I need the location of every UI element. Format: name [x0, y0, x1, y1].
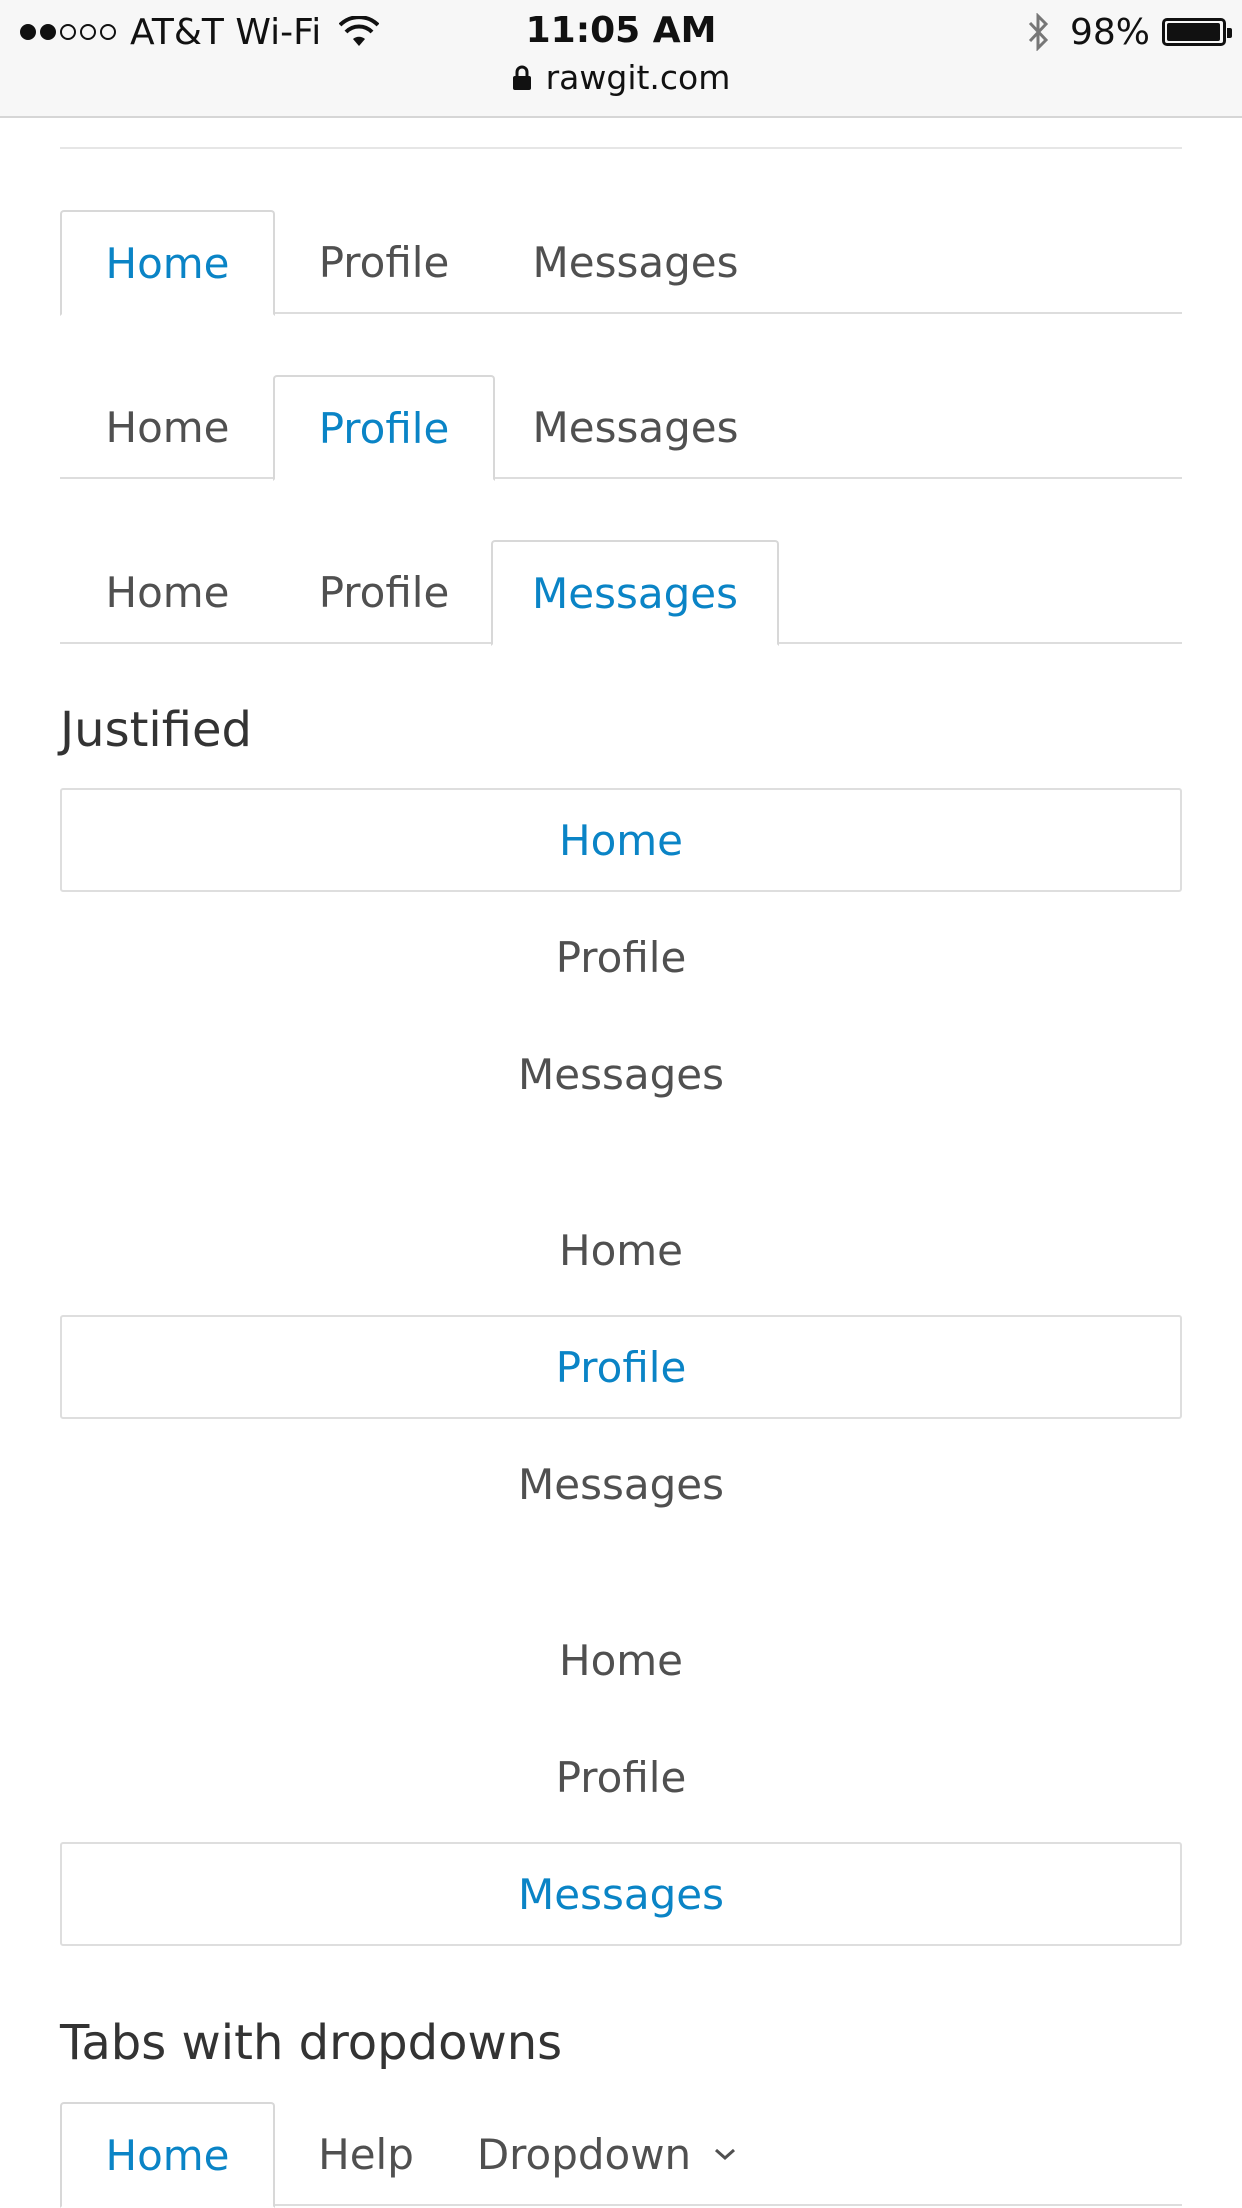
- lock-icon: [512, 65, 531, 90]
- justified-item-messages[interactable]: Messages: [60, 1842, 1182, 1946]
- tab-home[interactable]: Home: [60, 2102, 275, 2208]
- tab-group-1: Home Profile Messages: [60, 210, 1182, 316]
- tab-dropdown[interactable]: Dropdown: [457, 2102, 757, 2206]
- divider: [60, 147, 1182, 149]
- battery-percent: 98%: [1069, 11, 1150, 53]
- tab-home[interactable]: Home: [60, 375, 275, 479]
- justified-item-home[interactable]: Home: [60, 1608, 1182, 1712]
- dropdown-label: Dropdown: [476, 2129, 692, 2179]
- tab-profile[interactable]: Profile: [275, 210, 493, 314]
- tab-messages[interactable]: Messages: [491, 540, 779, 646]
- address-bar[interactable]: rawgit.com: [0, 58, 1242, 97]
- tab-group-2: Home Profile Messages: [60, 375, 1182, 481]
- url-text: rawgit.com: [545, 58, 731, 97]
- justified-item-profile[interactable]: Profile: [60, 1315, 1182, 1419]
- tab-help[interactable]: Help: [275, 2102, 457, 2206]
- chevron-down-icon: [715, 2148, 736, 2161]
- tab-messages[interactable]: Messages: [493, 210, 778, 314]
- justified-item-home[interactable]: Home: [60, 788, 1182, 892]
- section-heading-justified: Justified: [60, 702, 252, 758]
- tab-profile[interactable]: Profile: [273, 375, 495, 481]
- justified-item-home[interactable]: Home: [60, 1198, 1182, 1302]
- tab-home[interactable]: Home: [60, 210, 275, 316]
- justified-item-messages[interactable]: Messages: [60, 1432, 1182, 1536]
- tab-messages[interactable]: Messages: [493, 375, 778, 479]
- status-right: 98%: [1026, 10, 1232, 54]
- battery-icon: [1162, 18, 1232, 46]
- bluetooth-icon: [1028, 13, 1049, 51]
- dropdown-tab-group: Home Help Dropdown: [60, 2102, 1182, 2208]
- justified-item-messages[interactable]: Messages: [60, 1022, 1182, 1126]
- tab-home[interactable]: Home: [60, 540, 275, 644]
- section-heading-dropdown-tabs: Tabs with dropdowns: [60, 2015, 563, 2071]
- ios-status-bar: AT&T Wi-Fi 11:05 AM 98% rawgit.com: [0, 0, 1242, 118]
- justified-item-profile[interactable]: Profile: [60, 905, 1182, 1009]
- tab-profile[interactable]: Profile: [275, 540, 493, 644]
- tab-group-3: Home Profile Messages: [60, 540, 1182, 646]
- justified-item-profile[interactable]: Profile: [60, 1725, 1182, 1829]
